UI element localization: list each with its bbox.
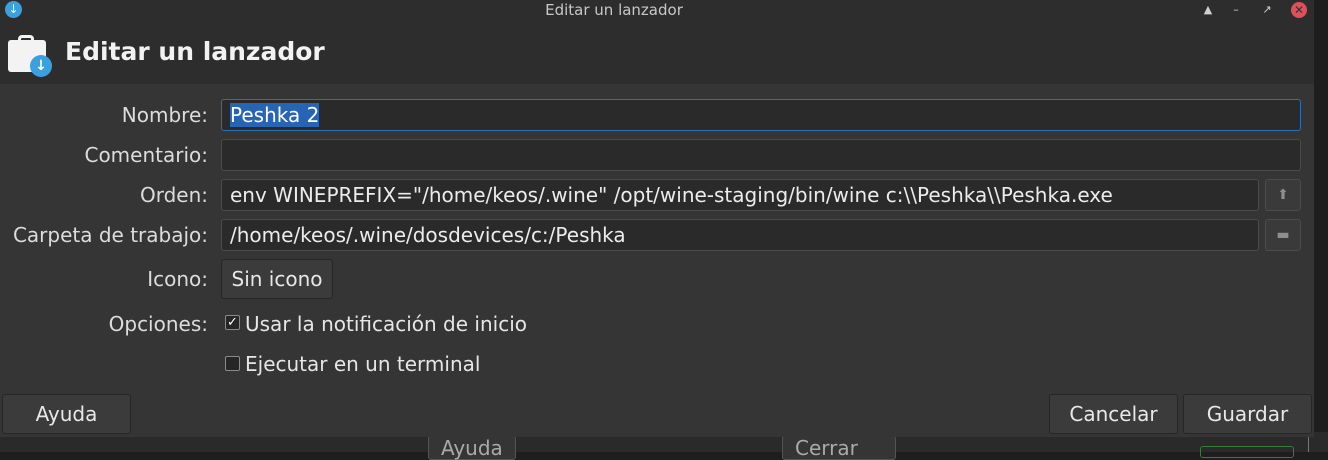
run-in-terminal-checkbox[interactable]: [225, 356, 240, 371]
name-selected-text: Peshka 2: [230, 103, 320, 127]
background-help-button[interactable]: Ayuda: [428, 436, 516, 460]
help-button[interactable]: Ayuda: [2, 394, 131, 434]
shade-button[interactable]: ▲: [1199, 1, 1217, 19]
maximize-button[interactable]: ↗: [1258, 1, 1276, 19]
minimize-button[interactable]: –: [1227, 1, 1245, 19]
icon-label: Icono:: [147, 267, 208, 291]
launcher-bag-icon: ↓: [8, 35, 52, 79]
background-green-button[interactable]: [1200, 446, 1294, 458]
startup-notification-checkbox[interactable]: ✓: [225, 315, 240, 330]
comment-label: Comentario:: [84, 143, 208, 167]
command-input[interactable]: env WINEPREFIX="/home/keos/.wine" /opt/w…: [221, 179, 1259, 211]
run-in-terminal-label[interactable]: Ejecutar en un terminal: [245, 351, 480, 377]
options-label: Opciones:: [108, 312, 208, 336]
icon-select-button[interactable]: Sin icono: [221, 259, 333, 299]
cancel-button[interactable]: Cancelar: [1049, 394, 1178, 434]
workdir-input[interactable]: /home/keos/.wine/dosdevices/c:/Peshka: [221, 219, 1259, 251]
edit-launcher-dialog: ↓ Editar un lanzador ▲ – ↗ ✕ ↓ Editar un…: [0, 0, 1314, 437]
name-label: Nombre:: [121, 103, 208, 127]
name-input[interactable]: Peshka 2: [221, 99, 1301, 131]
dialog-header: ↓ Editar un lanzador: [0, 22, 1314, 84]
folder-icon[interactable]: ▬: [1265, 219, 1301, 251]
close-window-button[interactable]: ✕: [1291, 2, 1307, 18]
upload-icon[interactable]: ⬆: [1265, 179, 1301, 211]
command-label: Orden:: [139, 183, 208, 207]
title-bar[interactable]: ↓ Editar un lanzador ▲ – ↗ ✕: [0, 0, 1314, 22]
window-title: Editar un lanzador: [545, 1, 683, 19]
comment-input[interactable]: [221, 139, 1301, 171]
workdir-label: Carpeta de trabajo:: [12, 223, 208, 247]
startup-notification-label[interactable]: Usar la notificación de inicio: [245, 311, 527, 337]
background-close-button[interactable]: Cerrar: [782, 436, 896, 460]
header-title: Editar un lanzador: [65, 37, 325, 66]
save-button[interactable]: Guardar: [1183, 394, 1312, 434]
